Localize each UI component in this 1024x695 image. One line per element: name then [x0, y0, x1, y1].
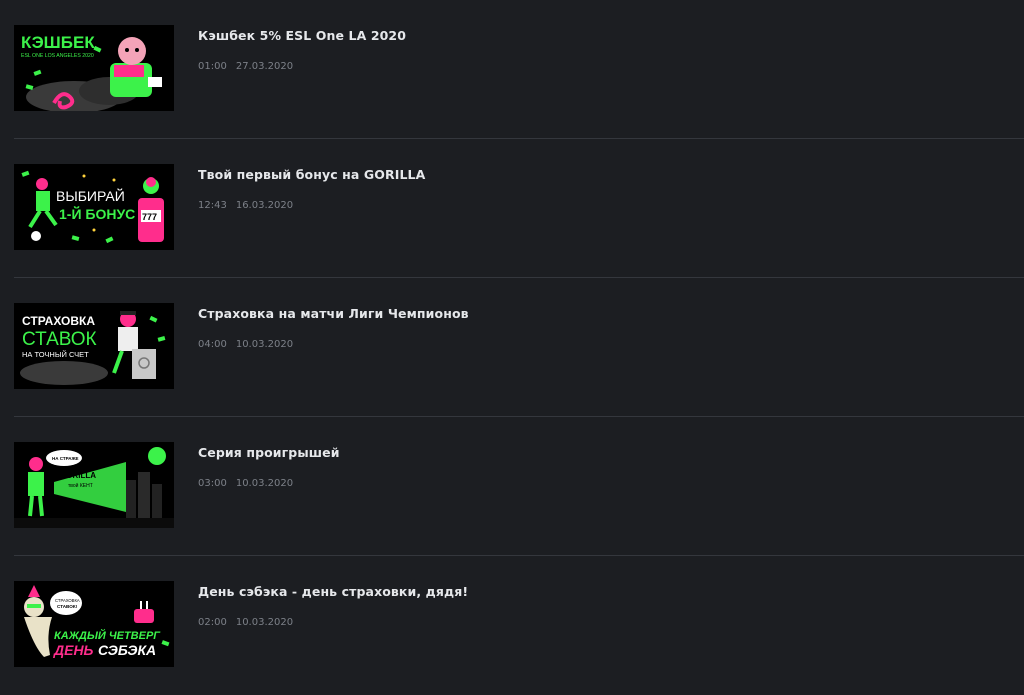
losing-streak-banner-image: НА СТРАЖЕ GORILLA твой КЕНТ: [14, 442, 174, 528]
insurance-banner-image: СТРАХОВКА СТАВОК НА ТОЧНЫЙ СЧЕТ: [14, 303, 174, 389]
character-head: [29, 457, 43, 471]
news-time: 12:43: [198, 200, 227, 211]
news-thumbnail-cashback-day[interactable]: СТРАХОВКА СТАВОК! КАЖДЫЙ ЧЕТВЕРГ ДЕНЬ СЭ…: [14, 581, 174, 667]
banner-subline: 1-Й БОНУС: [59, 205, 135, 222]
ball-icon: [31, 231, 41, 241]
news-title[interactable]: Серия проигрышей: [198, 445, 340, 460]
news-date: 27.03.2020: [235, 61, 294, 72]
news-item[interactable]: НА СТРАЖЕ GORILLA твой КЕНТ Серия проигр…: [14, 417, 1024, 556]
news-thumbnail-first-bonus[interactable]: ВЫБИРАЙ 1-Й БОНУС 777: [14, 164, 174, 250]
news-meta: 01:00 27.03.2020: [198, 61, 293, 72]
character-head: [36, 178, 48, 190]
news-item[interactable]: СТРАХОВКА СТАВОК НА ТОЧНЫЙ СЧЕТ Страховк…: [14, 278, 1024, 417]
news-item[interactable]: КЭШБЕК ESL ONE LOS ANGELES 2020 Кэшбек 5…: [14, 0, 1024, 139]
character-head: [118, 37, 146, 65]
speech-bubble: [50, 591, 82, 615]
news-title[interactable]: Твой первый бонус на GORILLA: [198, 167, 425, 182]
character-hat: [114, 65, 144, 77]
news-time: 03:00: [198, 478, 227, 489]
news-meta: 12:43 16.03.2020: [198, 200, 293, 211]
news-meta: 04:00 10.03.2020: [198, 339, 293, 350]
banner-subline: СТАВОК: [22, 329, 97, 350]
bubble-text: СТРАХОВКА: [55, 598, 80, 603]
news-meta: 02:00 10.03.2020: [198, 617, 293, 628]
banner-headline: КЭШБЕК: [21, 33, 95, 52]
news-thumbnail-losing-streak[interactable]: НА СТРАЖЕ GORILLA твой КЕНТ: [14, 442, 174, 528]
moon-shape: [148, 447, 166, 465]
phone-shape: [148, 77, 162, 87]
news-date: 10.03.2020: [235, 339, 294, 350]
news-meta: 03:00 10.03.2020: [198, 478, 293, 489]
news-date: 10.03.2020: [235, 617, 294, 628]
banner-subline: ESL ONE LOS ANGELES 2020: [21, 53, 94, 59]
news-item[interactable]: ВЫБИРАЙ 1-Й БОНУС 777 Твой первый бонус …: [14, 139, 1024, 278]
first-bonus-banner-image: ВЫБИРАЙ 1-Й БОНУС 777: [14, 164, 174, 250]
news-thumbnail-insurance[interactable]: СТРАХОВКА СТАВОК НА ТОЧНЫЙ СЧЕТ: [14, 303, 174, 389]
character-body: [28, 472, 44, 496]
character-body: [118, 327, 138, 351]
bubble-text: СТАВОК!: [57, 604, 78, 609]
news-date: 10.03.2020: [235, 478, 294, 489]
cake-shape: [134, 609, 154, 623]
slot-reels: 777: [142, 212, 157, 222]
news-thumbnail-cashback[interactable]: КЭШБЕК ESL ONE LOS ANGELES 2020: [14, 25, 174, 111]
news-date: 16.03.2020: [235, 200, 294, 211]
cashback-day-banner-image: СТРАХОВКА СТАВОК! КАЖДЫЙ ЧЕТВЕРГ ДЕНЬ СЭ…: [14, 581, 174, 667]
cashback-banner-image: КЭШБЕК ESL ONE LOS ANGELES 2020: [14, 25, 174, 111]
news-time: 02:00: [198, 617, 227, 628]
news-title[interactable]: День сэбэка - день страховки, дядя!: [198, 584, 468, 599]
banner-caption: НА ТОЧНЫЙ СЧЕТ: [22, 350, 89, 359]
news-feed: КЭШБЕК ESL ONE LOS ANGELES 2020 Кэшбек 5…: [0, 0, 1024, 688]
news-title[interactable]: Страховка на матчи Лиги Чемпионов: [198, 306, 469, 321]
banner-headline: КАЖДЫЙ ЧЕТВЕРГ: [54, 629, 161, 642]
banner-subline-day: ДЕНЬ: [53, 642, 94, 658]
banner-headline: GORILLA: [60, 471, 96, 480]
banner-headline: СТРАХОВКА: [22, 314, 95, 328]
banner-subline: твой КЕНТ: [68, 482, 93, 489]
smoke-shape: [20, 361, 108, 385]
banner-subline-cashback: СЭБЭКА: [98, 642, 156, 658]
news-title[interactable]: Кэшбек 5% ESL One LA 2020: [198, 28, 406, 43]
news-time: 01:00: [198, 61, 227, 72]
banner-headline: ВЫБИРАЙ: [56, 187, 125, 204]
news-time: 04:00: [198, 339, 227, 350]
bubble-text: НА СТРАЖЕ: [52, 456, 79, 461]
safe-shape: [132, 349, 156, 379]
character-body: [36, 191, 50, 211]
news-item[interactable]: СТРАХОВКА СТАВОК! КАЖДЫЙ ЧЕТВЕРГ ДЕНЬ СЭ…: [14, 556, 1024, 695]
